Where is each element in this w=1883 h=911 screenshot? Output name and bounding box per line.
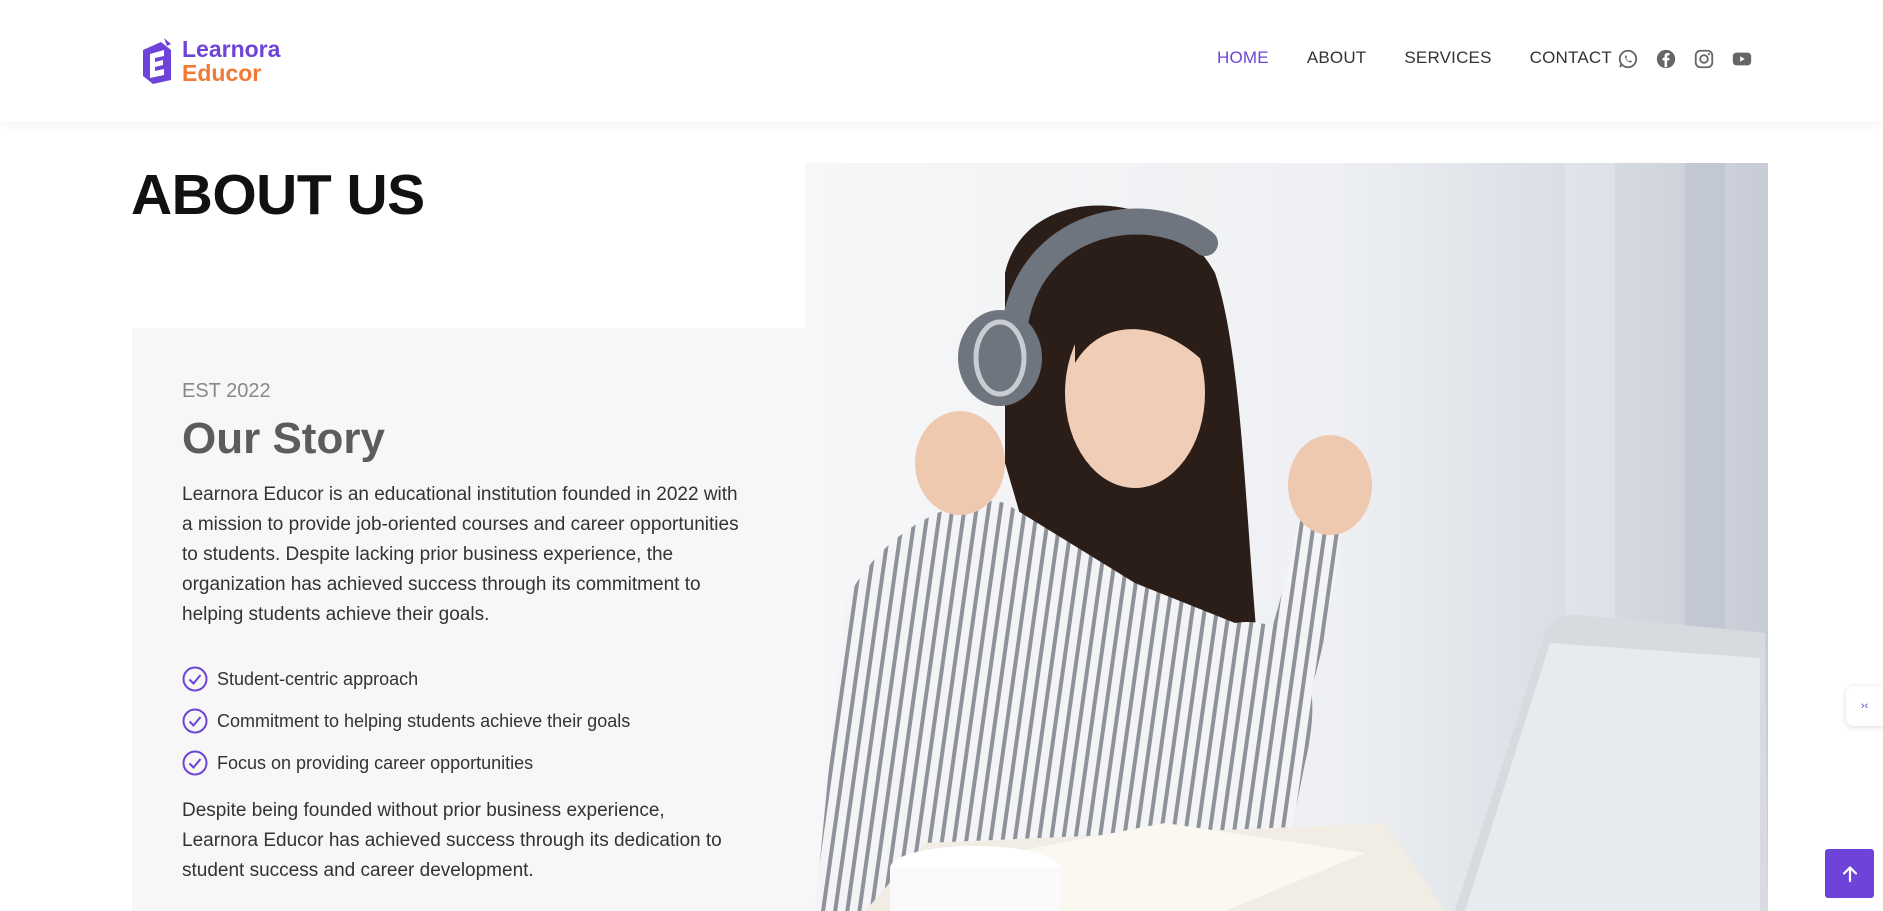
nav-home[interactable]: HOME [1217, 48, 1269, 68]
site-header: Learnora Educor HOME ABOUT SERVICES CONT… [0, 0, 1883, 122]
list-item: Commitment to helping students achieve t… [182, 700, 630, 742]
facebook-icon[interactable] [1655, 48, 1677, 70]
main-nav: HOME ABOUT SERVICES CONTACT [1217, 48, 1650, 68]
nav-services[interactable]: SERVICES [1404, 48, 1491, 68]
nav-about[interactable]: ABOUT [1307, 48, 1367, 68]
check-circle-icon [182, 708, 208, 734]
story-paragraph-1: Learnora Educor is an educational instit… [182, 484, 739, 625]
nav-contact[interactable]: CONTACT [1530, 48, 1612, 68]
arrow-up-icon [1842, 865, 1857, 882]
list-item: Focus on providing career opportunities [182, 742, 630, 784]
student-photo [805, 163, 1768, 911]
feature-text: Student-centric approach [217, 668, 419, 689]
brand-logo[interactable]: Learnora Educor [137, 36, 280, 86]
feature-text: Focus on providing career opportunities [217, 752, 534, 773]
check-circle-icon [182, 750, 208, 776]
brand-name-line2: Educor [182, 60, 262, 86]
youtube-icon[interactable] [1731, 48, 1753, 70]
logo-icon [143, 38, 171, 84]
page-title: ABOUT US [131, 163, 425, 227]
story-title: Our Story [182, 414, 385, 463]
feature-text: Commitment to helping students achieve t… [217, 710, 631, 731]
brand-name-line1: Learnora [182, 36, 281, 62]
brand-name: Learnora Educor [182, 37, 280, 85]
social-links [1617, 48, 1769, 70]
story-paragraph-2: Despite being founded without prior busi… [182, 800, 722, 881]
check-circle-icon [182, 666, 208, 692]
instagram-icon[interactable] [1693, 48, 1715, 70]
list-item: Student-centric approach [182, 658, 630, 700]
established-label: EST 2022 [182, 380, 271, 402]
our-story-panel: EST 2022 Our Story Learnora Educor is an… [132, 328, 805, 911]
back-to-top-button[interactable] [1825, 849, 1874, 898]
student-illustration [805, 163, 1768, 911]
feature-list: Student-centric approach Commitment to h… [182, 658, 630, 784]
side-widget-tab[interactable]: ›‹ [1846, 686, 1883, 726]
whatsapp-icon[interactable] [1617, 48, 1639, 70]
